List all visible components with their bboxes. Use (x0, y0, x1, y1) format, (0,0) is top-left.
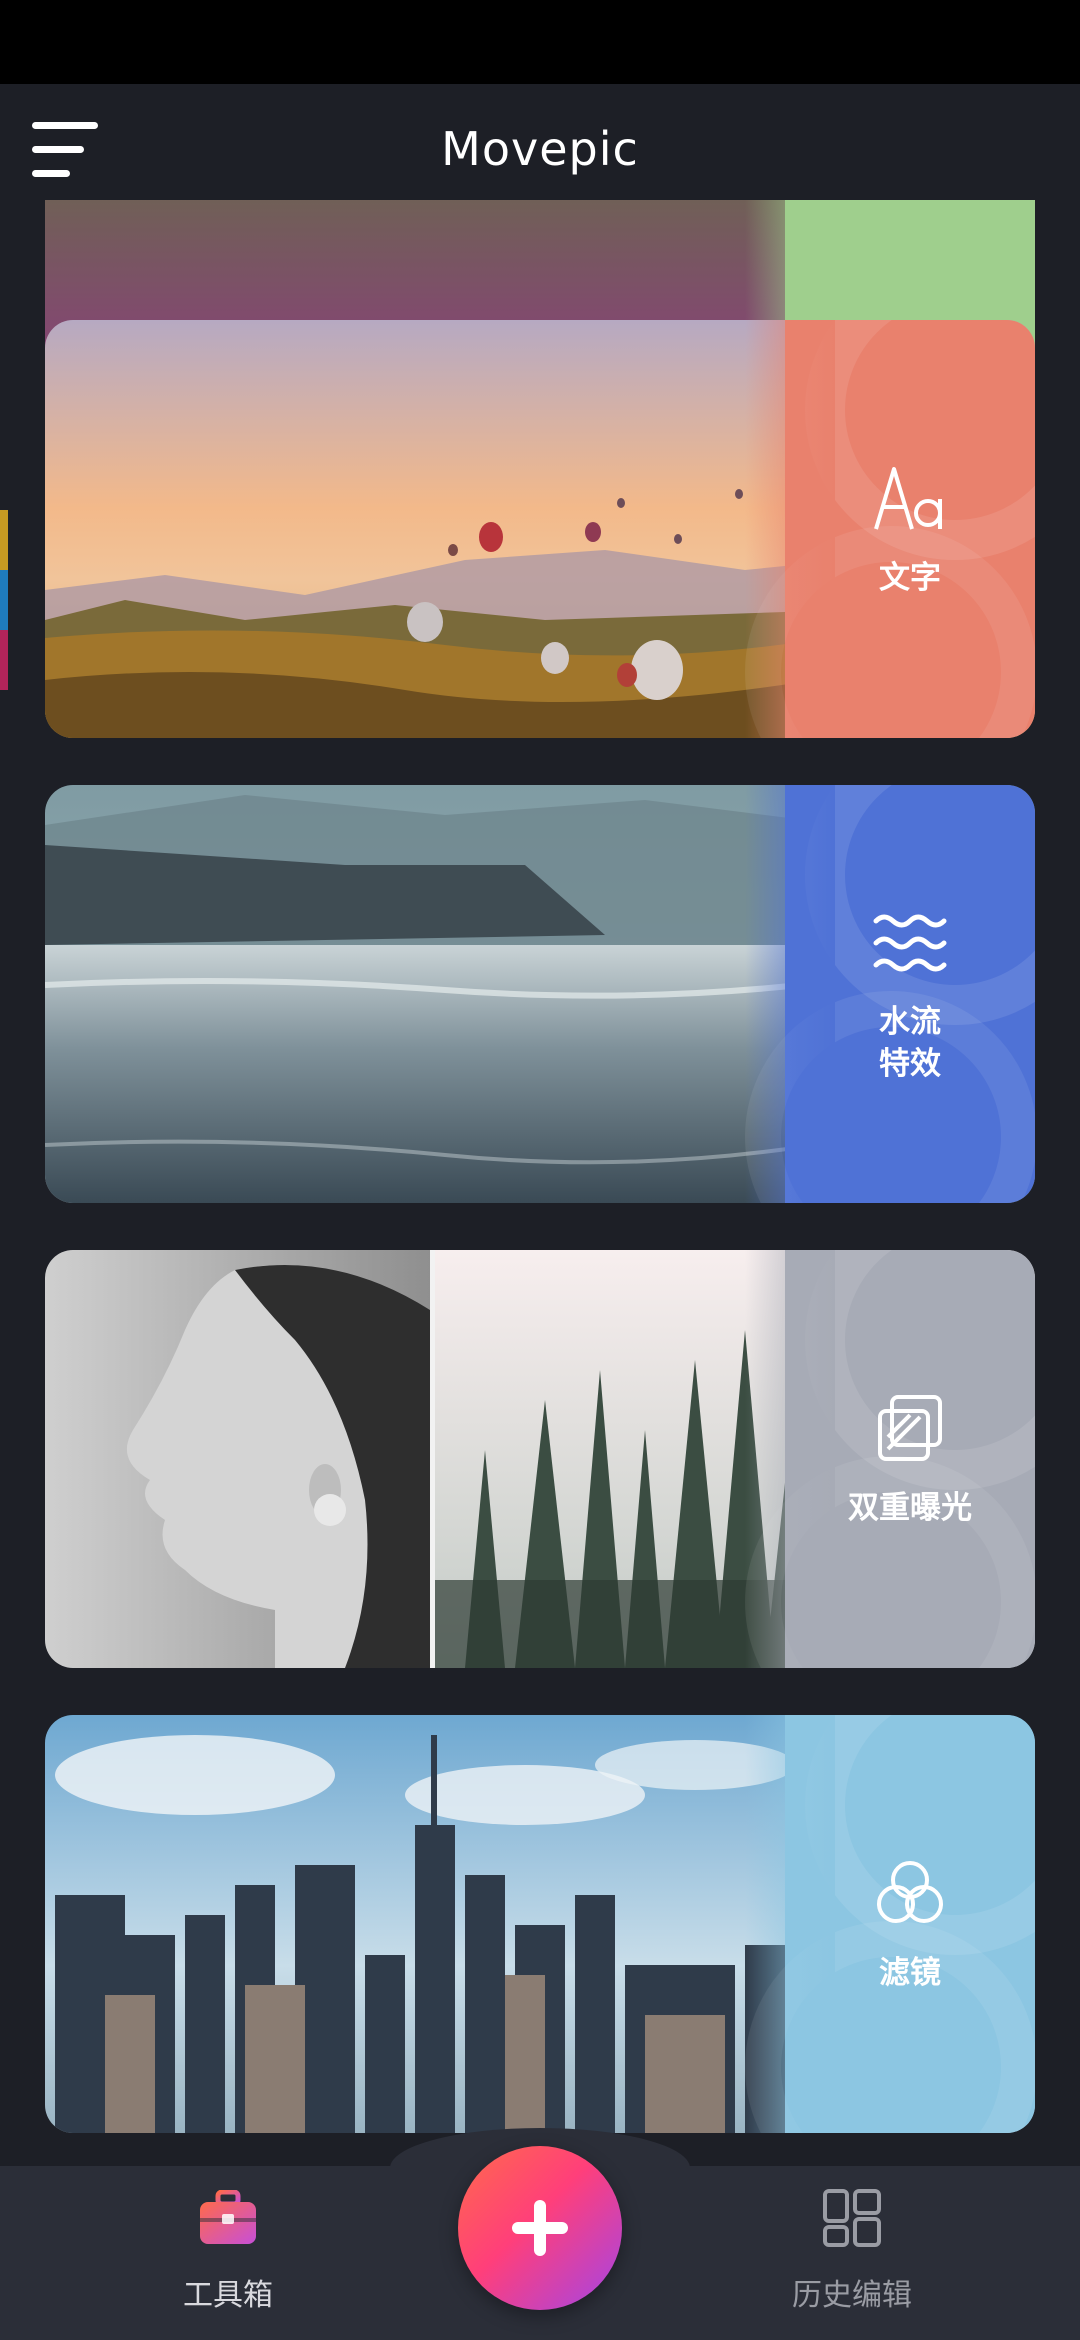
feature-label: 水流 特效 (879, 1004, 941, 1082)
grid-icon (823, 2189, 881, 2247)
feature-label-area: 文字 (785, 320, 1035, 738)
app-title: Movepic (441, 122, 639, 176)
feature-label-area: 双重曝光 (785, 1250, 1035, 1668)
nav-label-toolbox: 工具箱 (183, 2278, 273, 2313)
feature-card-text[interactable]: 文字 (45, 320, 1035, 738)
plus-icon-vertical (534, 2200, 546, 2256)
text-aa-icon (874, 467, 942, 530)
add-button[interactable] (458, 2146, 622, 2310)
toolbox-icon (200, 2190, 256, 2244)
feature-card-water[interactable]: 水流 特效 (45, 785, 1035, 1203)
double-exposure-icon (878, 1395, 942, 1461)
feature-label: 双重曝光 (848, 1490, 972, 1526)
nav-label-history: 历史编辑 (792, 2278, 912, 2313)
status-bar (0, 0, 1080, 84)
water-waves-icon (873, 914, 947, 972)
filter-circles-icon (877, 1861, 943, 1923)
feature-label-area: 水流 特效 (785, 785, 1035, 1203)
feature-label: 滤镜 (879, 1955, 941, 1991)
nav-item-history[interactable]: 历史编辑 (732, 2189, 972, 2320)
feature-card-double-exposure[interactable]: 双重曝光 (45, 1250, 1035, 1668)
feature-label: 文字 (879, 560, 941, 596)
feature-card-filter[interactable]: 滤镜 (45, 1715, 1035, 2133)
nav-item-toolbox[interactable]: 工具箱 (108, 2190, 348, 2320)
feature-list[interactable]: 文字 水流 特效 双重曝光 滤镜 (0, 200, 1080, 2166)
feature-label-area: 滤镜 (785, 1715, 1035, 2133)
